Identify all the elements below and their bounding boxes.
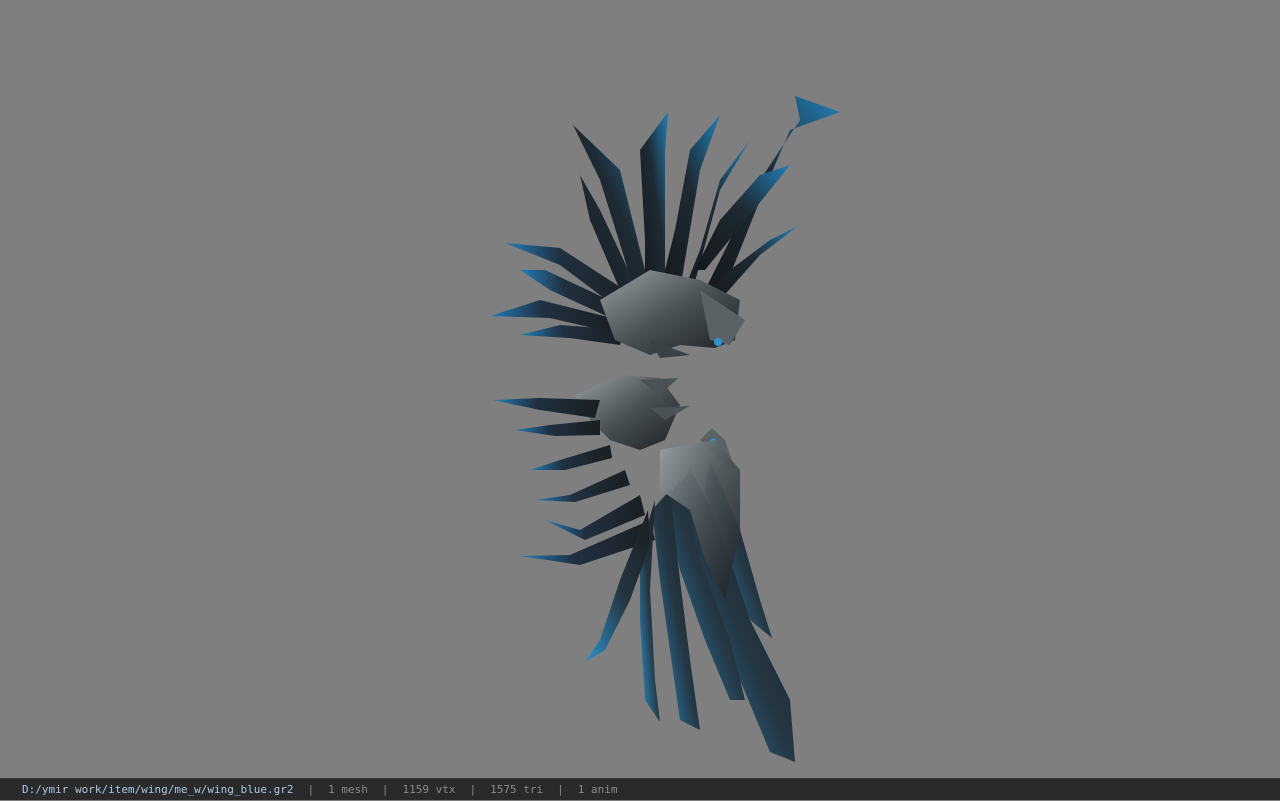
status-bar: D:/ymir work/item/wing/me_w/wing_blue.gr…: [0, 778, 1280, 800]
3d-viewport[interactable]: [0, 0, 1280, 778]
separator: |: [557, 783, 564, 796]
gem: [714, 338, 722, 346]
lower-wing: [493, 375, 795, 762]
vertex-count: 1159 vtx: [402, 783, 456, 796]
file-path: D:/ymir work/item/wing/me_w/wing_blue.gr…: [22, 783, 294, 796]
feather: [700, 96, 840, 300]
wing-model: [490, 96, 840, 762]
separator: |: [381, 783, 389, 796]
feather: [535, 470, 630, 502]
feather: [530, 445, 612, 470]
feather: [640, 112, 668, 290]
triangle-count: 1575 tri: [490, 783, 544, 796]
anim-count: 1 anim: [577, 783, 618, 796]
feather: [515, 420, 600, 436]
upper-wing: [490, 96, 840, 358]
feather: [493, 398, 600, 418]
separator: |: [469, 783, 477, 796]
separator: |: [307, 783, 315, 796]
feather: [695, 165, 790, 270]
feather: [660, 115, 720, 290]
mesh-count: 1 mesh: [328, 783, 368, 796]
